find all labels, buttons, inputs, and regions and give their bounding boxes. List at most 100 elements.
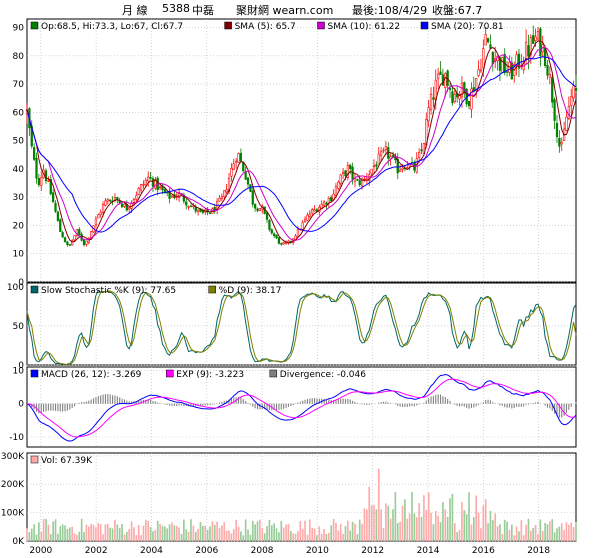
candle-body xyxy=(277,237,281,244)
candle-body xyxy=(128,207,131,210)
volume-bar xyxy=(192,525,195,541)
volume-bar xyxy=(52,521,54,541)
volume-bar xyxy=(140,535,142,541)
volume-bar xyxy=(553,532,556,541)
candle-body xyxy=(420,149,423,152)
volume-bar xyxy=(491,520,494,541)
price-tick-label: 30 xyxy=(13,193,25,203)
volume-bar xyxy=(259,519,261,541)
candle-body xyxy=(59,219,62,232)
sto-tick-label: 100 xyxy=(7,283,24,293)
candle-body xyxy=(144,179,147,186)
candle-body xyxy=(170,195,174,198)
candle-body xyxy=(372,165,376,168)
candle-body xyxy=(479,69,483,72)
volume-bar xyxy=(351,521,354,541)
candle-body xyxy=(94,218,98,226)
volume-bar xyxy=(556,528,558,541)
candle-body xyxy=(384,146,387,150)
volume-bar xyxy=(342,533,344,541)
vol-frame xyxy=(26,452,577,542)
volume-bar xyxy=(375,509,378,541)
volume-bar xyxy=(270,525,273,541)
candle-body xyxy=(524,41,528,61)
volume-bar xyxy=(221,525,223,541)
volume-bar xyxy=(320,533,323,541)
candle-body xyxy=(565,116,568,131)
volume-bar xyxy=(280,520,283,541)
volume-bar xyxy=(156,520,159,541)
volume-bar xyxy=(73,533,76,541)
volume-bar xyxy=(304,520,306,541)
volume-bar xyxy=(361,523,363,541)
candle-body xyxy=(258,208,262,212)
volume-bar xyxy=(444,509,447,541)
volume-bar xyxy=(61,524,64,541)
volume-bar xyxy=(518,531,520,541)
volume-bar xyxy=(118,527,121,541)
candle-body xyxy=(282,242,285,245)
volume-bar xyxy=(377,468,380,541)
candle-body xyxy=(296,228,300,237)
volume-bar xyxy=(90,523,92,541)
volume-bar xyxy=(278,532,280,541)
volume-bar xyxy=(164,526,166,541)
candle-body xyxy=(322,201,326,207)
volume-bar xyxy=(92,524,95,541)
candle-body xyxy=(90,231,93,238)
candle-body xyxy=(448,87,452,90)
candle-body xyxy=(570,96,573,106)
candle-body xyxy=(339,174,342,184)
volume-bar xyxy=(458,529,461,541)
candle-body xyxy=(548,73,551,78)
volume-bar xyxy=(202,525,204,541)
candle-body xyxy=(101,204,105,213)
x-tick-label: 2006 xyxy=(195,546,218,556)
candle-body xyxy=(61,232,64,238)
candle-body xyxy=(501,57,504,73)
candle-body xyxy=(574,87,578,91)
candle-body xyxy=(467,100,471,107)
candle-body xyxy=(123,203,126,207)
macd-tick-label: -10 xyxy=(9,433,24,443)
volume-bar xyxy=(64,525,66,541)
candle-body xyxy=(356,179,359,181)
volume-bar xyxy=(442,502,444,541)
volume-bar xyxy=(344,526,347,541)
candle-body xyxy=(330,197,333,202)
volume-bar xyxy=(125,531,128,541)
volume-bar xyxy=(470,524,473,541)
volume-bar xyxy=(171,522,173,541)
candle-body xyxy=(97,214,100,219)
volume-bar xyxy=(513,535,516,541)
volume-bar xyxy=(116,524,119,541)
candle-body xyxy=(223,190,226,198)
volume-bar xyxy=(420,516,423,541)
candle-body xyxy=(251,190,254,205)
candle-body xyxy=(220,196,224,200)
volume-bar xyxy=(206,529,209,541)
volume-bar xyxy=(456,532,458,541)
volume-bar xyxy=(506,521,508,541)
volume-bar xyxy=(482,505,485,541)
volume-bar xyxy=(28,532,31,541)
candle-body xyxy=(349,164,352,170)
volume-bar xyxy=(183,519,185,541)
candle-body xyxy=(82,239,86,245)
x-tick-label: 2008 xyxy=(251,546,274,556)
volume-bar xyxy=(76,534,78,541)
candle-body xyxy=(40,176,43,186)
candle-body xyxy=(151,178,155,187)
volume-bar xyxy=(33,524,35,541)
volume-bar xyxy=(45,519,47,541)
volume-bar xyxy=(366,509,368,541)
candle-body xyxy=(33,147,36,160)
candle-body xyxy=(139,184,143,191)
volume-bar xyxy=(385,503,387,541)
volume-bar xyxy=(142,525,145,541)
volume-bar xyxy=(368,486,371,541)
price-tick-label: 40 xyxy=(13,165,25,175)
volume-bar xyxy=(102,534,104,541)
candle-body xyxy=(334,186,338,196)
macd-tick-label: 0 xyxy=(18,400,24,410)
